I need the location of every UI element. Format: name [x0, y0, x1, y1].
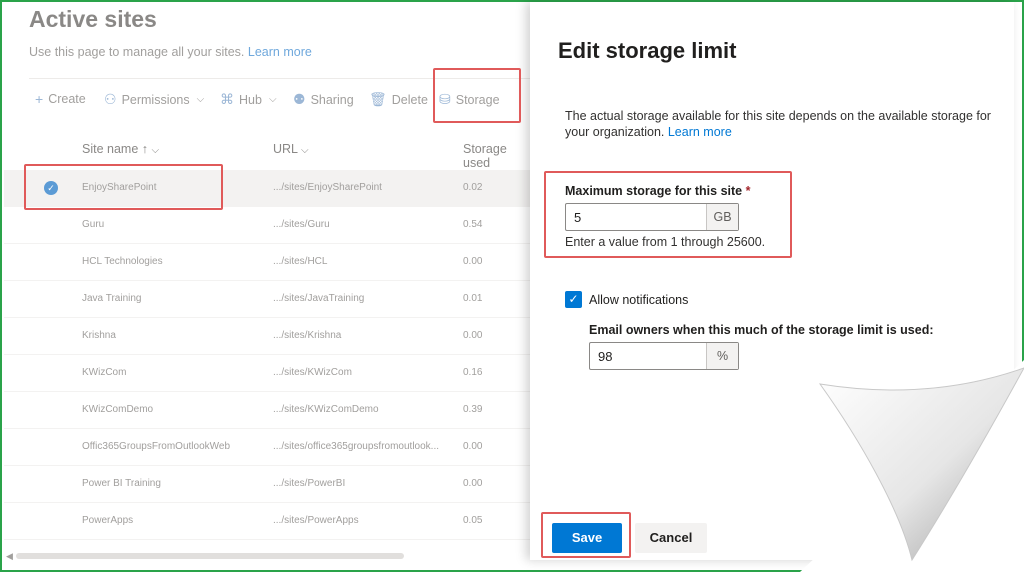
page-description-text: Use this page to manage all your sites.	[29, 45, 245, 59]
delete-label: Delete	[391, 92, 428, 107]
site-url: .../sites/PowerApps	[273, 515, 359, 526]
column-storage-used[interactable]: Storage used	[463, 142, 530, 170]
site-url: .../sites/Guru	[273, 219, 330, 230]
site-name: Power BI Training	[82, 478, 161, 489]
site-url: .../sites/Krishna	[273, 330, 342, 341]
scroll-left-icon[interactable]: ◀	[6, 551, 13, 562]
site-storage: 0.16	[463, 367, 483, 378]
site-storage: 0.00	[463, 441, 483, 452]
column-site-name[interactable]: Site name ↑ ⌵	[82, 142, 159, 156]
site-storage: 0.01	[463, 293, 483, 304]
page-description: Use this page to manage all your sites. …	[29, 45, 312, 59]
site-storage: 0.00	[463, 478, 483, 489]
site-url: .../sites/HCL	[273, 256, 328, 267]
email-threshold-input[interactable]: 98 %	[589, 342, 739, 370]
panel-description: The actual storage available for this si…	[565, 108, 1005, 140]
create-button[interactable]: + Create	[35, 91, 86, 107]
site-storage: 0.39	[463, 404, 483, 415]
site-name: Java Training	[82, 293, 142, 304]
site-name: KWizComDemo	[82, 404, 154, 415]
table-row[interactable]: Guru .../sites/Guru 0.54	[4, 207, 530, 244]
site-storage: 0.00	[463, 256, 483, 267]
chevron-down-icon: ⌵	[196, 94, 205, 105]
hub-label: Hub	[239, 92, 262, 107]
panel-title: Edit storage limit	[558, 38, 737, 63]
site-name: HCL Technologies	[82, 256, 163, 267]
people-icon: ⚇	[104, 91, 117, 107]
allow-notifications-checkbox[interactable]: ✓	[565, 291, 582, 308]
hub-button[interactable]: ⌘ Hub ⌵	[220, 91, 277, 108]
sharing-button[interactable]: ⚉ Sharing	[293, 91, 354, 108]
email-owners-label: Email owners when this much of the stora…	[589, 323, 934, 337]
page-curl-decoration	[800, 360, 1024, 572]
panel-description-text: The actual storage available for this si…	[565, 109, 991, 139]
table-row[interactable]: Krishna .../sites/Krishna 0.00	[4, 318, 530, 355]
site-storage: 0.00	[463, 330, 483, 341]
table-row[interactable]: PowerApps .../sites/PowerApps 0.05	[4, 503, 530, 540]
table-row[interactable]: KWizCom .../sites/KWizCom 0.16	[4, 355, 530, 392]
save-highlight-box	[541, 512, 631, 558]
chevron-down-icon: ⌵	[301, 145, 309, 156]
email-threshold-value[interactable]: 98	[590, 343, 706, 369]
horizontal-scrollbar[interactable]	[16, 553, 404, 559]
site-row-highlight-box	[24, 164, 223, 210]
email-threshold-unit: %	[706, 343, 738, 369]
permissions-button[interactable]: ⚇ Permissions ⌵	[104, 91, 204, 108]
site-url: .../sites/PowerBI	[273, 478, 346, 489]
site-name: Krishna	[82, 330, 116, 341]
trash-icon: 🗑	[369, 91, 387, 107]
sharing-label: Sharing	[310, 92, 354, 107]
site-name: Guru	[82, 219, 105, 230]
hub-icon: ⌘	[220, 91, 234, 107]
cancel-button[interactable]: Cancel	[635, 523, 707, 553]
learn-more-link[interactable]: Learn more	[248, 45, 312, 59]
table-row[interactable]: Power BI Training .../sites/PowerBI 0.00	[4, 466, 530, 503]
storage-highlight-box	[433, 68, 521, 123]
max-storage-highlight-box	[544, 171, 792, 258]
delete-button[interactable]: 🗑 Delete	[369, 91, 428, 108]
site-name: KWizCom	[82, 367, 127, 378]
site-storage: 0.54	[463, 219, 483, 230]
site-storage: 0.05	[463, 515, 483, 526]
table-row[interactable]: Offic365GroupsFromOutlookWeb .../sites/o…	[4, 429, 530, 466]
column-url-label: URL	[273, 142, 298, 156]
column-site-name-label: Site name ↑	[82, 142, 149, 156]
sharing-icon: ⚉	[293, 91, 306, 107]
chevron-down-icon: ⌵	[151, 145, 160, 156]
column-url[interactable]: URL ⌵	[273, 142, 309, 156]
panel-learn-more-link[interactable]: Learn more	[668, 125, 732, 139]
site-url: .../sites/office365groupsfromoutlook...	[273, 441, 440, 452]
site-url: .../sites/KWizCom	[273, 367, 352, 378]
site-url: .../sites/KWizComDemo	[273, 404, 379, 415]
chevron-down-icon: ⌵	[268, 94, 277, 105]
site-storage: 0.02	[463, 182, 483, 193]
site-url: .../sites/EnjoySharePoint	[273, 182, 382, 193]
create-label: Create	[48, 92, 86, 106]
table-row[interactable]: KWizComDemo .../sites/KWizComDemo 0.39	[4, 392, 530, 429]
site-name: Offic365GroupsFromOutlookWeb	[82, 441, 231, 452]
table-row[interactable]: Java Training .../sites/JavaTraining 0.0…	[4, 281, 530, 318]
allow-notifications-label: Allow notifications	[589, 293, 689, 307]
permissions-label: Permissions	[121, 92, 190, 107]
table-row[interactable]: HCL Technologies .../sites/HCL 0.00	[4, 244, 530, 281]
site-url: .../sites/JavaTraining	[273, 293, 365, 304]
plus-icon: +	[35, 91, 44, 107]
site-name: PowerApps	[82, 515, 134, 526]
page-title: Active sites	[29, 6, 157, 32]
